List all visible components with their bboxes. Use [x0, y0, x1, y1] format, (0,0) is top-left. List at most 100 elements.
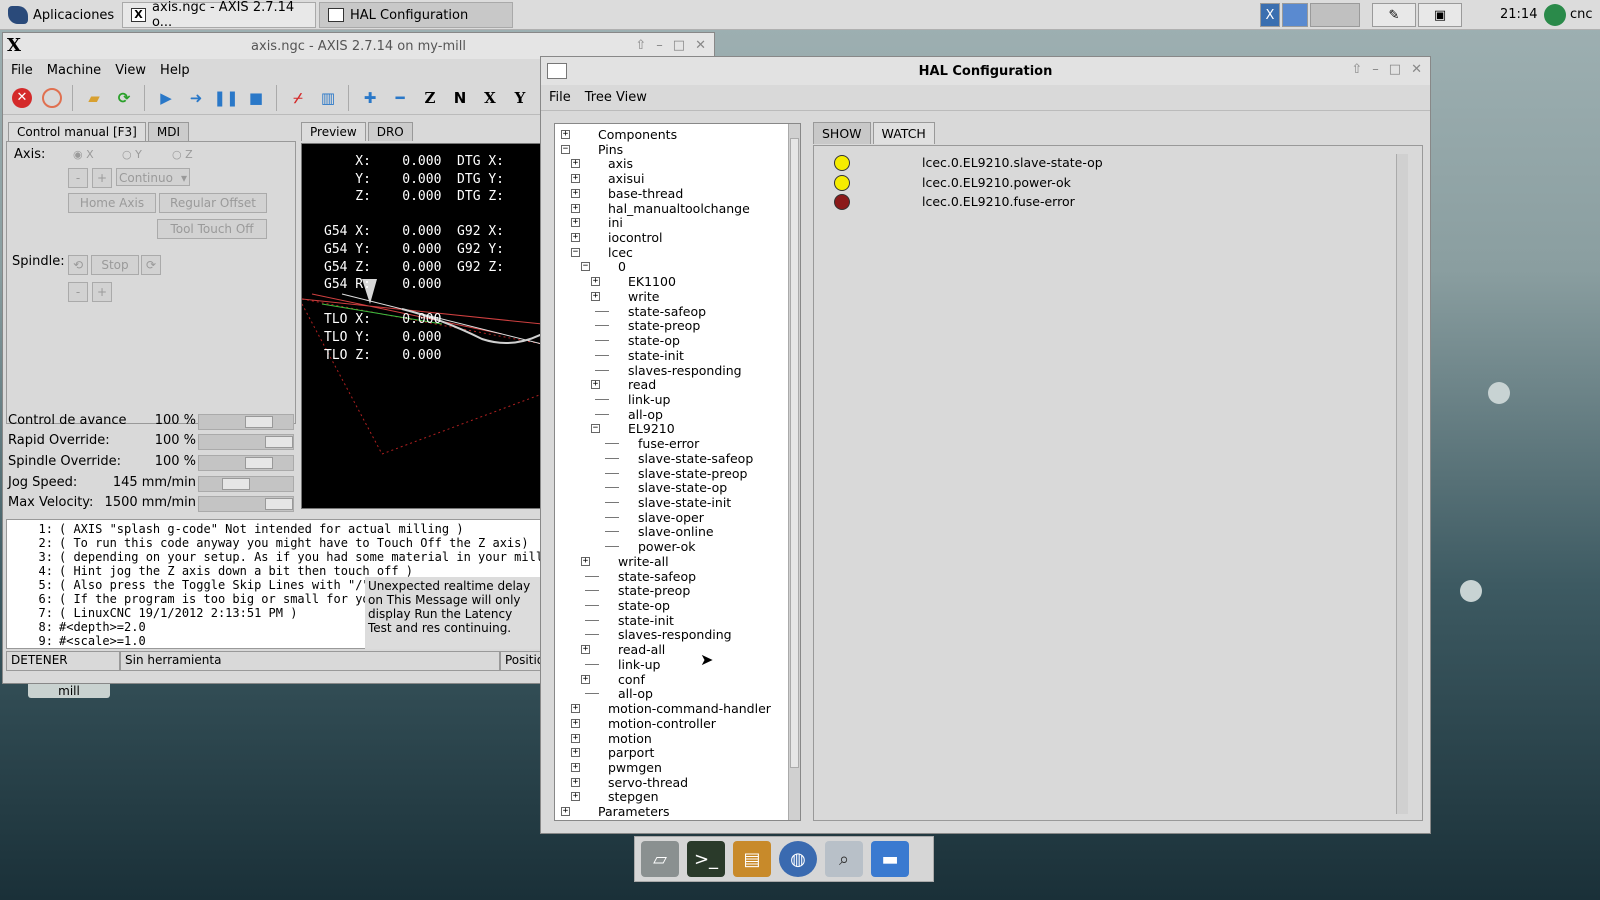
- taskbar-axis[interactable]: X axis.ngc - AXIS 2.7.14 o...: [122, 0, 316, 30]
- zoom-in-button[interactable]: ✚: [357, 85, 383, 111]
- code-line[interactable]: 9: #<scale>=1.0: [7, 634, 146, 648]
- tree-node[interactable]: read-all: [618, 642, 665, 657]
- tree-node[interactable]: Parameters: [598, 804, 670, 819]
- window-close-icon[interactable]: ✕: [1411, 62, 1422, 77]
- regular-offset-button[interactable]: Regular Offset: [159, 193, 267, 213]
- tab-manual-control[interactable]: Control manual [F3]: [8, 122, 146, 141]
- override-slider[interactable]: [198, 496, 294, 512]
- text-editor-icon[interactable]: ✎: [1372, 3, 1416, 27]
- tree-node[interactable]: state-preop: [618, 583, 690, 598]
- window-minimize-icon[interactable]: –: [656, 38, 663, 53]
- collapse-icon[interactable]: −: [571, 247, 580, 257]
- watch-scrollbar[interactable]: [1396, 154, 1408, 814]
- expand-icon[interactable]: +: [571, 762, 580, 772]
- override-slider[interactable]: [198, 476, 294, 492]
- expand-icon[interactable]: +: [561, 130, 570, 139]
- tree-node[interactable]: stepgen: [608, 789, 659, 804]
- expand-icon[interactable]: +: [581, 674, 590, 684]
- code-line[interactable]: 3: ( depending on your setup. As if you h…: [7, 550, 541, 564]
- expand-icon[interactable]: +: [571, 174, 580, 184]
- preview-canvas[interactable]: X: 0.000 DTG X: Y: 0.000 DTG Y: Z: 0.000…: [301, 143, 541, 509]
- open-file-button[interactable]: ▰: [81, 85, 107, 111]
- code-line[interactable]: 2: ( To run this code anyway you might ha…: [7, 536, 529, 550]
- tree-node[interactable]: slave-state-preop: [638, 466, 748, 481]
- pause-button[interactable]: ❚❚: [213, 85, 239, 111]
- tree-scroll-thumb[interactable]: [790, 138, 799, 768]
- tree-node[interactable]: slaves-responding: [628, 363, 742, 378]
- tree-node[interactable]: Components: [598, 127, 677, 142]
- view-z2-button[interactable]: N: [447, 85, 473, 111]
- tree-node[interactable]: servo-thread: [608, 775, 688, 790]
- network-icon[interactable]: [1544, 4, 1566, 26]
- watched-pin-name[interactable]: lcec.0.EL9210.power-ok: [922, 175, 1071, 190]
- reload-button[interactable]: ⟳: [111, 85, 137, 111]
- tree-node[interactable]: Pins: [598, 142, 623, 157]
- workspace-2-icon[interactable]: [1282, 3, 1308, 27]
- tree-node[interactable]: all-op: [618, 686, 653, 701]
- tree-node[interactable]: state-op: [618, 598, 670, 613]
- tree-node[interactable]: base-thread: [608, 186, 683, 201]
- terminal-icon[interactable]: >_: [687, 841, 725, 877]
- collapse-icon[interactable]: −: [581, 262, 590, 272]
- run-button[interactable]: ▶: [153, 85, 179, 111]
- override-slider[interactable]: [198, 434, 294, 450]
- tree-node[interactable]: state-init: [618, 613, 674, 628]
- view-x-button[interactable]: X: [477, 85, 503, 111]
- code-line[interactable]: 4: ( Hint jog the Z axis down a bit then …: [7, 564, 413, 578]
- tree-node[interactable]: slave-state-init: [638, 495, 731, 510]
- window-minimize-icon[interactable]: –: [1372, 62, 1379, 77]
- tree-node[interactable]: slaves-responding: [618, 627, 732, 642]
- workspace-3-icon[interactable]: [1310, 3, 1360, 27]
- expand-icon[interactable]: +: [581, 645, 590, 655]
- tree-node[interactable]: state-safeop: [618, 569, 696, 584]
- axis-radio-x[interactable]: ◉ X: [73, 148, 94, 161]
- home-axis-button[interactable]: Home Axis: [68, 193, 156, 213]
- expand-icon[interactable]: +: [591, 277, 600, 287]
- jog-mode-select[interactable]: Continuo ▾: [116, 168, 190, 186]
- tab-dro[interactable]: DRO: [367, 122, 413, 141]
- tree-node[interactable]: fuse-error: [638, 436, 699, 451]
- tree-node[interactable]: slave-state-op: [638, 480, 727, 495]
- step-button[interactable]: ➜: [183, 85, 209, 111]
- tree-node[interactable]: pwmgen: [608, 760, 662, 775]
- tab-mdi[interactable]: MDI: [147, 122, 189, 141]
- tab-show[interactable]: SHOW: [813, 122, 871, 144]
- slider-knob[interactable]: [245, 416, 273, 428]
- tree-node[interactable]: hal_manualtoolchange: [608, 201, 750, 216]
- window-maximize-icon[interactable]: □: [673, 38, 685, 53]
- slider-knob[interactable]: [265, 498, 293, 510]
- tree-node[interactable]: axis: [608, 156, 633, 171]
- tab-watch[interactable]: WATCH: [872, 122, 935, 144]
- menu-file[interactable]: File: [549, 90, 571, 105]
- tree-node[interactable]: motion-controller: [608, 716, 716, 731]
- expand-icon[interactable]: +: [571, 777, 580, 787]
- applications-menu[interactable]: Aplicaciones: [4, 3, 118, 27]
- menu-file[interactable]: File: [11, 63, 33, 78]
- hal-titlebar[interactable]: HAL Configuration ⇧ – □ ✕: [541, 57, 1430, 85]
- view-y-button[interactable]: Y: [507, 85, 533, 111]
- user-name[interactable]: cnc: [1570, 7, 1593, 22]
- tree-node[interactable]: write: [628, 289, 659, 304]
- tree-node[interactable]: motion: [608, 731, 652, 746]
- tree-node[interactable]: slave-online: [638, 524, 714, 539]
- window-shade-icon[interactable]: ⇧: [635, 38, 646, 53]
- tree-node[interactable]: state-op: [628, 333, 680, 348]
- tree-node[interactable]: state-safeop: [628, 304, 706, 319]
- tree-node[interactable]: conf: [618, 672, 645, 687]
- code-line[interactable]: 1: ( AXIS "splash g-code" Not intended fo…: [7, 522, 464, 536]
- zoom-out-button[interactable]: ━: [387, 85, 413, 111]
- desktop-icon[interactable]: ▱: [641, 841, 679, 877]
- clock[interactable]: 21:14: [1500, 7, 1537, 22]
- tab-preview[interactable]: Preview: [301, 122, 366, 141]
- window-maximize-icon[interactable]: □: [1389, 62, 1401, 77]
- tree-node[interactable]: EK1100: [628, 274, 676, 289]
- power-button[interactable]: [39, 85, 65, 111]
- watched-pin-name[interactable]: lcec.0.EL9210.fuse-error: [922, 194, 1075, 209]
- override-slider[interactable]: [198, 455, 294, 471]
- tree-node[interactable]: lcec: [608, 245, 633, 260]
- expand-icon[interactable]: +: [571, 704, 580, 714]
- collapse-icon[interactable]: −: [591, 424, 600, 434]
- tree-node[interactable]: ini: [608, 215, 623, 230]
- expand-icon[interactable]: +: [581, 556, 590, 566]
- expand-icon[interactable]: +: [561, 807, 570, 817]
